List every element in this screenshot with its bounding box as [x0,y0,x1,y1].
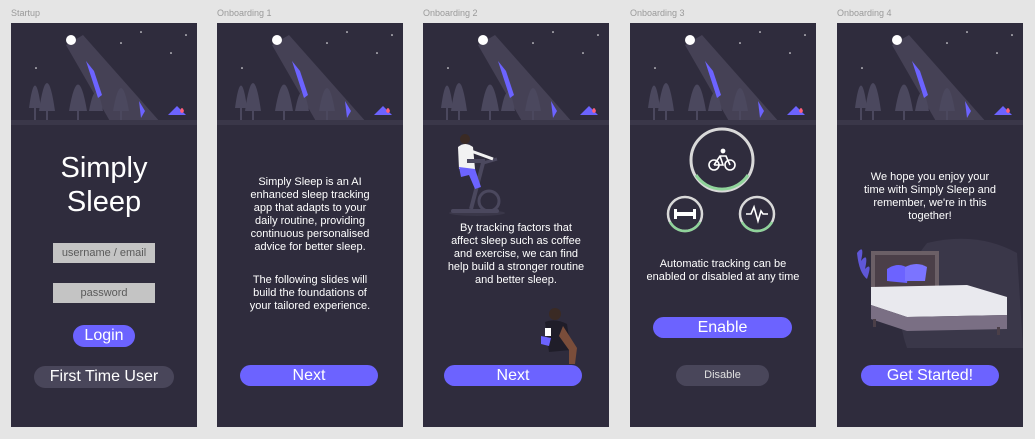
onboarding-1-screen: Simply Sleep is an AI enhanced sleep tra… [217,23,403,427]
frame-label-onboarding-3: Onboarding 3 [630,8,685,18]
frame-label-onboarding-2: Onboarding 2 [423,8,478,18]
exercise-bike-illustration [449,134,505,216]
night-scene-illustration [837,31,1023,125]
app-title-line-1: Simply [60,152,148,184]
next-button[interactable]: Next [444,365,582,386]
night-scene-illustration [423,31,609,125]
tracking-line: By tracking factors that [460,222,572,234]
foundations-line: The following slides will [252,274,368,286]
password-input[interactable] [53,283,155,303]
night-scene-illustration [11,31,197,125]
closing-paragraph: We hope you enjoy your time with Simply … [837,171,1023,223]
automatic-tracking-line: enabled or disabled at any time [646,271,800,283]
bed-illustration [857,238,1023,348]
closing-line: We hope you enjoy your [870,171,990,183]
bicycle-icon [708,148,736,171]
next-button[interactable]: Next [240,365,378,386]
closing-line: remember, we're in this [873,197,987,209]
onboarding-4-screen: We hope you enjoy your time with Simply … [837,23,1023,427]
foundations-paragraph: The following slides will build the foun… [217,274,403,313]
first-time-user-button[interactable]: First Time User [34,366,174,388]
tracking-line: and better sleep. [475,274,557,286]
moon-icon [272,35,282,45]
startup-screen: Simply Sleep Login First Time User [11,23,197,427]
intro-line: advice for better sleep. [254,241,366,253]
dumbbell-icon [674,209,696,219]
intro-line: enhanced sleep tracking [250,189,370,201]
username-input[interactable] [53,243,155,263]
frame-label-onboarding-4: Onboarding 4 [837,8,892,18]
foundations-line: build the foundations of [253,287,367,299]
app-title-line-2: Sleep [66,186,142,218]
frame-label-startup: Startup [11,8,41,18]
moon-icon [66,35,76,45]
closing-line: together! [908,210,952,222]
onboarding-3-screen: Automatic tracking can be enabled or dis… [630,23,816,427]
foundations-line: your tailored experience. [249,300,371,312]
tracking-paragraph: By tracking factors that affect sleep su… [423,222,609,287]
enable-button[interactable]: Enable [653,317,792,338]
intro-line: daily routine, providing [254,215,366,227]
intro-line: continuous personalised [250,228,370,240]
app-title: Simply Sleep [11,151,197,219]
tracking-line: affect sleep such as coffee [451,235,581,247]
intro-line: Simply Sleep is an AI [258,176,362,188]
login-button[interactable]: Login [73,325,135,347]
tracking-line: help build a stronger routine [447,261,585,273]
automatic-tracking-paragraph: Automatic tracking can be enabled or dis… [630,258,816,284]
moon-icon [685,35,695,45]
onboarding-2-screen: By tracking factors that affect sleep su… [423,23,609,427]
night-scene-illustration [630,31,816,125]
heartbeat-icon [746,204,768,224]
closing-line: time with Simply Sleep and [863,184,997,196]
intro-paragraph: Simply Sleep is an AI enhanced sleep tra… [217,176,403,254]
tracking-icons-group [666,127,776,233]
frame-label-onboarding-1: Onboarding 1 [217,8,272,18]
night-scene-illustration [217,31,403,125]
disable-button[interactable]: Disable [676,365,769,386]
tracking-line: and exercise, we can find [453,248,579,260]
moon-icon [478,35,488,45]
intro-line: app that adapts to your [253,202,367,214]
get-started-button[interactable]: Get Started! [861,365,999,386]
moon-icon [892,35,902,45]
automatic-tracking-line: Automatic tracking can be [659,258,787,270]
coffee-person-illustration [541,308,577,364]
